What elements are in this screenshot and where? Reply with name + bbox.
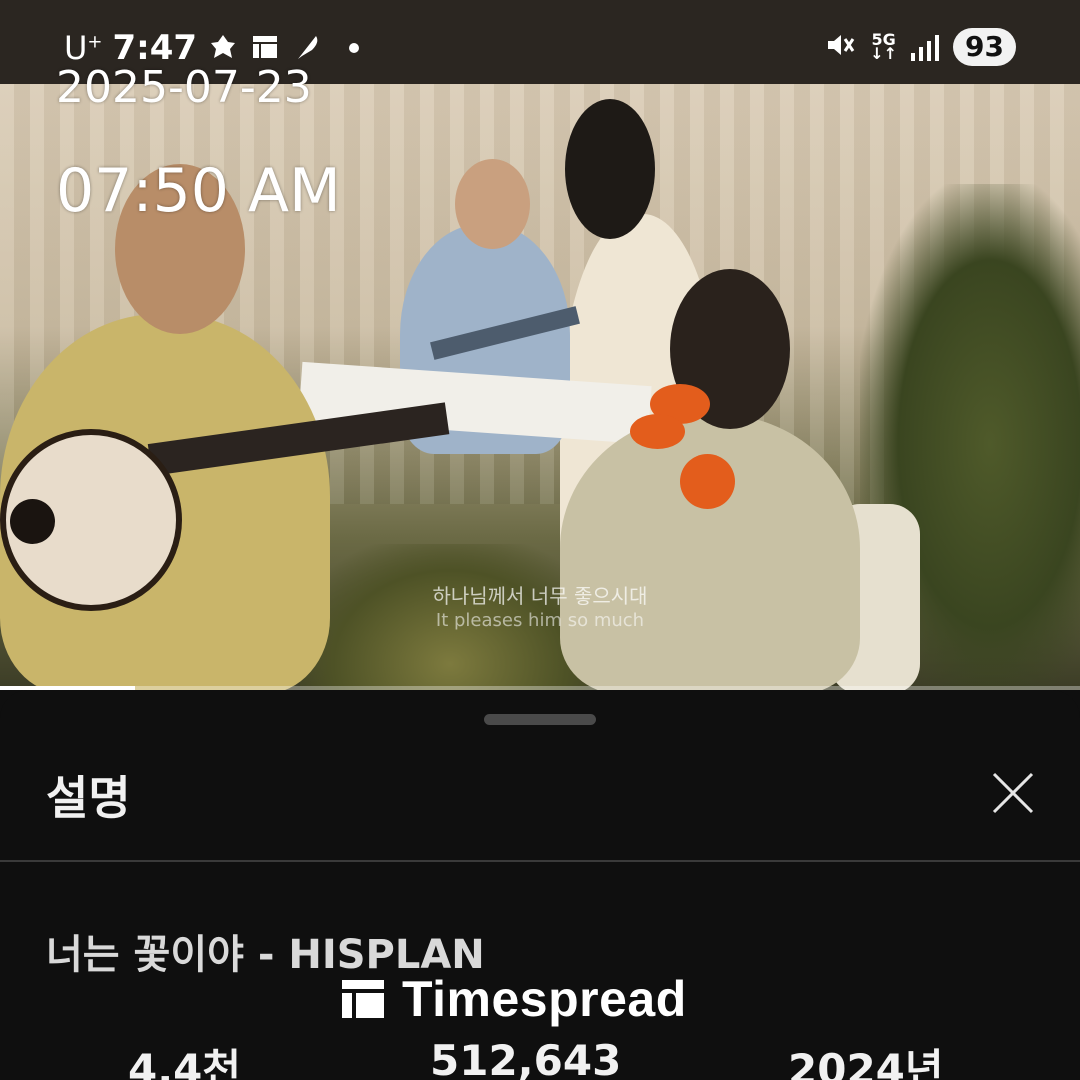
flower xyxy=(680,454,735,509)
more-notifications-dot xyxy=(349,43,360,53)
battery-icon: 93 xyxy=(953,28,1016,66)
likes-count: 4.4천 xyxy=(128,1045,242,1080)
timespread-notification-icon xyxy=(249,32,281,64)
flower xyxy=(630,414,685,449)
leaf-notification-icon xyxy=(207,32,239,64)
timespread-watermark: Timespread xyxy=(340,970,687,1028)
close-icon xyxy=(992,772,1034,814)
mute-icon xyxy=(824,29,856,65)
feather-notification-icon xyxy=(291,32,323,64)
network-type-icon: 5G ↓↑ xyxy=(870,30,898,63)
timespread-logo-icon xyxy=(342,980,384,1018)
keyboardist-head xyxy=(565,99,655,239)
subtitle-english: It pleases him so much xyxy=(435,610,645,631)
overlay-date: 2025-07-23 xyxy=(56,62,312,113)
signal-icon xyxy=(911,33,940,61)
sheet-drag-handle[interactable] xyxy=(484,714,596,725)
overlay-time: 07:50 AM xyxy=(56,156,341,226)
views-count: 512,643 xyxy=(430,1036,622,1080)
sheet-title: 설명 xyxy=(46,771,131,825)
subtitle-korean: 하나님께서 너무 좋으시대 xyxy=(432,584,648,608)
watermark-text: Timespread xyxy=(402,971,687,1027)
upload-year: 2024년 xyxy=(788,1045,944,1080)
guitar-soundhole xyxy=(10,499,55,544)
video-stats: 4.4천 512,643 2024년 xyxy=(0,1036,1080,1080)
sheet-divider xyxy=(0,860,1080,862)
status-right: 5G ↓↑ 93 xyxy=(824,28,1016,66)
close-button[interactable] xyxy=(986,766,1040,820)
bassist-head xyxy=(455,159,530,249)
screen: 하나님께서 너무 좋으시대 It pleases him so much U+ … xyxy=(0,0,1080,1080)
